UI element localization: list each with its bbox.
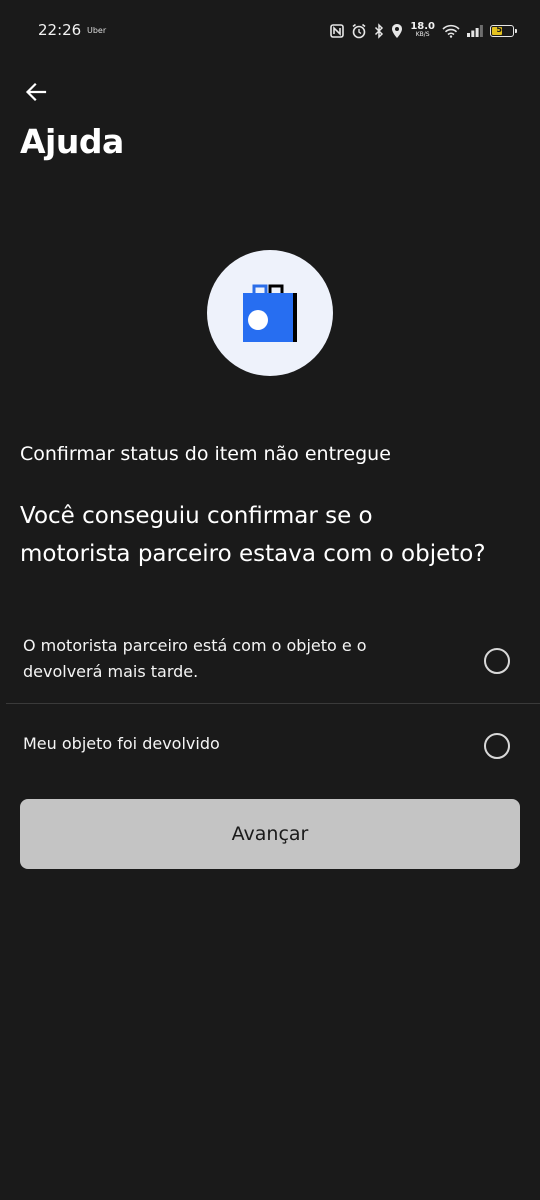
option-label: O motorista parceiro está com o objeto e… [23, 636, 367, 681]
network-speed: 18.0 KB/S [410, 21, 435, 39]
alarm-icon [351, 23, 367, 39]
status-time: 22:26 [38, 21, 82, 39]
section-subtitle: Confirmar status do item não entregue [20, 443, 391, 465]
status-bar: 22:26 Uber 18.0 KB/S 52 [0, 0, 540, 62]
nfc-icon [330, 24, 345, 38]
illustration [207, 250, 333, 376]
page-title: Ajuda [20, 122, 124, 161]
back-button[interactable] [16, 72, 56, 112]
status-app-name: Uber [87, 26, 107, 35]
option-item-returned[interactable]: Meu objeto foi devolvido [0, 704, 540, 786]
location-icon [391, 23, 403, 39]
wifi-icon [442, 24, 460, 38]
radio-button[interactable] [484, 733, 510, 759]
battery-icon: 52 [490, 25, 517, 37]
radio-button[interactable] [484, 648, 510, 674]
signal-icon [467, 25, 483, 37]
shopping-bag-icon [243, 284, 297, 342]
option-driver-has-item[interactable]: O motorista parceiro está com o objeto e… [0, 630, 540, 703]
option-label: Meu objeto foi devolvido [23, 734, 220, 753]
bluetooth-icon [374, 23, 384, 39]
status-icons: 18.0 KB/S 52 [330, 20, 517, 42]
question-text: Você conseguiu confirmar se o motorista … [20, 503, 486, 567]
arrow-left-icon [25, 82, 47, 102]
next-button[interactable]: Avançar [20, 799, 520, 869]
